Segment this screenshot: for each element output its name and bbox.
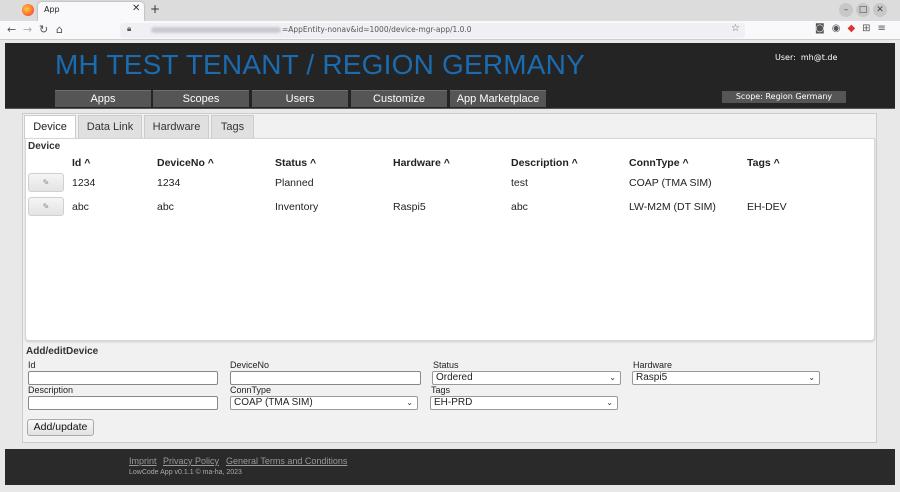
id-label: Id [28,360,36,370]
privacy-policy-link[interactable]: Privacy Policy [163,456,219,466]
terms-link[interactable]: General Terms and Conditions [226,456,347,466]
cell-device-no: abc [157,201,174,213]
column-header-status[interactable]: Status ^ [275,157,316,169]
chevron-down-icon: ⌄ [606,398,613,407]
hardware-label: Hardware [633,360,673,370]
home-icon[interactable]: ⌂ [56,23,63,36]
tags-select[interactable]: EH-PRD ⌄ [430,396,618,410]
tab-device[interactable]: Device [24,115,76,139]
extensions-icon[interactable]: ⊞ [862,23,877,34]
hardware-select[interactable]: Raspi5 ⌄ [632,371,820,385]
conn-type-select-value: COAP (TMA SIM) [234,397,313,408]
minimize-icon[interactable]: – [839,3,853,17]
status-select[interactable]: Ordered ⌄ [432,371,621,385]
column-header-id[interactable]: Id ^ [72,157,90,169]
cell-hardware: Raspi5 [393,201,426,213]
cell-description: abc [511,201,528,213]
column-header-device-no[interactable]: DeviceNo ^ [157,157,214,169]
pencil-icon: ✎ [42,202,50,211]
url-redacted [151,27,281,33]
tags-select-value: EH-PRD [434,397,473,408]
forward-icon[interactable]: → [23,23,32,36]
menu-customize-button[interactable]: Customize [351,90,447,107]
cell-status: Inventory [275,201,319,213]
conn-type-label: ConnType [230,385,272,395]
tab-data-link[interactable]: Data Link [78,115,142,138]
menu-scopes-button[interactable]: Scopes [153,90,249,107]
shield-icon[interactable]: ◆ [847,23,862,34]
column-header-description[interactable]: Description ^ [511,157,578,169]
menu-apps-button[interactable]: Apps [55,90,151,107]
status-label: Status [433,360,459,370]
id-input[interactable] [28,371,218,385]
description-input[interactable] [28,396,218,410]
column-header-tags[interactable]: Tags ^ [747,157,780,169]
star-icon[interactable]: ☆ [731,23,740,34]
cell-status: Planned [275,177,314,189]
imprint-link[interactable]: Imprint [129,456,157,466]
window-controls: – □ ✕ [836,3,887,17]
lock-icon: 🔒︎ [127,24,132,33]
cell-tags: EH-DEV [747,201,787,213]
cell-conn-type: LW-M2M (DT SIM) [629,201,716,213]
chevron-down-icon: ⌄ [609,373,616,382]
pocket-icon[interactable]: ◙ [815,23,832,34]
column-header-conn-type[interactable]: ConnType ^ [629,157,689,169]
cell-device-no: 1234 [157,177,181,189]
user-email: mh@t.de [800,53,838,62]
firefox-logo-icon [22,4,34,16]
page-title: MH TEST TENANT / REGION GERMANY [55,49,585,80]
menu-app-marketplace-button[interactable]: App Marketplace [450,90,546,107]
reload-icon[interactable]: ↻ [39,23,48,36]
scope-selector[interactable]: Scope: Region Germany [722,91,846,103]
form-heading: Add/editDevice [26,346,99,357]
window-close-icon[interactable]: ✕ [873,3,887,17]
close-icon[interactable]: ✕ [132,3,140,14]
footer [5,449,895,485]
chevron-down-icon: ⌄ [808,373,815,382]
url-text: =AppEntity-nonav&id=1000/device-mgr-app/… [282,25,472,34]
hardware-select-value: Raspi5 [636,372,668,383]
menu-users-button[interactable]: Users [252,90,348,107]
tags-label: Tags [431,385,451,395]
cell-id: 1234 [72,177,96,189]
tab-tags[interactable]: Tags [211,115,254,138]
device-no-label: DeviceNo [230,360,270,370]
user-info: User: mh@t.de [775,53,837,62]
user-label: User: [775,53,796,62]
column-header-hardware[interactable]: Hardware ^ [393,157,450,169]
back-icon[interactable]: ← [7,23,16,36]
conn-type-select[interactable]: COAP (TMA SIM) ⌄ [230,396,418,410]
tab-hardware[interactable]: Hardware [144,115,209,138]
toolbar-icons: ◙◉◆⊞≡ [815,23,893,34]
edit-row-button[interactable]: ✎ [28,173,64,192]
edit-row-button[interactable]: ✎ [28,197,64,216]
maximize-icon[interactable]: □ [856,3,870,17]
cell-description: test [511,177,528,189]
copyright: LowCode App v0.1.1 © ma-ha, 2023 [129,469,242,476]
status-select-value: Ordered [436,372,473,383]
cell-conn-type: COAP (TMA SIM) [629,177,712,189]
account-icon[interactable]: ◉ [832,23,848,34]
description-label: Description [28,385,74,395]
device-no-input[interactable] [230,371,421,385]
device-table-heading: Device [28,141,61,152]
cell-id: abc [72,201,89,213]
chevron-down-icon: ⌄ [406,398,413,407]
new-tab-icon[interactable]: + [150,2,160,16]
add-update-button[interactable]: Add/update [27,419,94,436]
browser-tab-title: App [44,5,60,14]
pencil-icon: ✎ [42,178,50,187]
menu-icon[interactable]: ≡ [878,23,893,34]
